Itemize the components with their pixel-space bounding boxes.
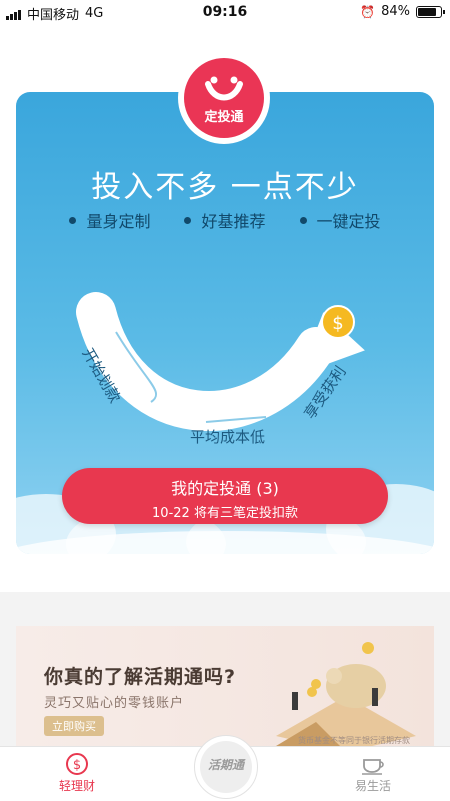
curve-label-middle: 平均成本低 [190,428,265,446]
money-icon: $ [66,753,88,775]
main-content: 投入不多 一点不少 量身定制 好基推荐 一键定投 $ 开始划款 平均成本低 享受… [0,24,450,592]
status-bar: 中国移动 4G 09:16 ⏰ 84% [0,0,450,24]
logo-label: 定投通 [204,110,244,125]
promo-title: 你真的了解活期通吗? [44,666,237,688]
tab-label: 轻理财 [58,779,95,793]
cta-subtitle: 10-22 将有三笔定投扣款 [152,506,298,521]
svg-text:$: $ [73,758,81,773]
battery-icon [416,5,445,18]
promo-subtitle: 灵巧又贴心的零钱账户 [44,696,185,711]
promo-disclaimer: 货币基金不等同于银行活期存款 [298,736,410,745]
smile-icon [205,76,243,101]
tab-easy-life[interactable]: 易生活 [328,751,418,794]
battery-fill [418,7,436,16]
cta-title: 我的定投通 (3) [171,479,279,498]
alarm-icon: ⏰ [360,4,376,19]
bullet-icon [299,216,307,224]
bullet-icon [184,216,192,224]
slogan: 投入不多 一点不少 [91,170,359,205]
buy-now-button[interactable]: 立即购买 [44,716,104,736]
promo-banner[interactable]: 你真的了解活期通吗? 灵巧又贴心的零钱账户 立即购买 货币基金不等同于银行活期存… [16,626,434,752]
cup-icon [362,759,384,775]
feature-label: 量身定制 [86,212,151,231]
growth-arrow-illustration: $ 开始划款 平均成本低 享受获利 [76,292,365,446]
tab-huoqitong[interactable]: 活期通 [194,735,258,799]
feature-list: 量身定制 好基推荐 一键定投 [16,208,434,232]
feature-label: 一键定投 [316,212,381,231]
feature-item: 量身定制 [69,208,150,232]
feature-item: 一键定投 [299,208,381,232]
feature-item: 好基推荐 [184,208,266,232]
bullet-icon [69,216,77,224]
coin-symbol: $ [332,313,343,334]
tab-bar: $ 轻理财 活期通 易生活 [0,735,450,801]
dingtou-card[interactable]: 投入不多 一点不少 量身定制 好基推荐 一键定投 $ 开始划款 平均成本低 享受… [16,92,434,554]
tab-label: 易生活 [354,779,391,793]
curve-arrow-body [76,292,336,431]
my-dingtou-button[interactable]: 我的定投通 (3) 10-22 将有三笔定投扣款 [62,468,388,524]
tab-label: 活期通 [207,758,244,772]
feature-label: 好基推荐 [201,212,266,231]
battery-percent: 84% [381,4,410,19]
logo-badge: 定投通 [184,58,264,138]
tab-light-finance[interactable]: $ 轻理财 [32,751,122,794]
dingtou-logo: 定投通 [178,52,270,144]
